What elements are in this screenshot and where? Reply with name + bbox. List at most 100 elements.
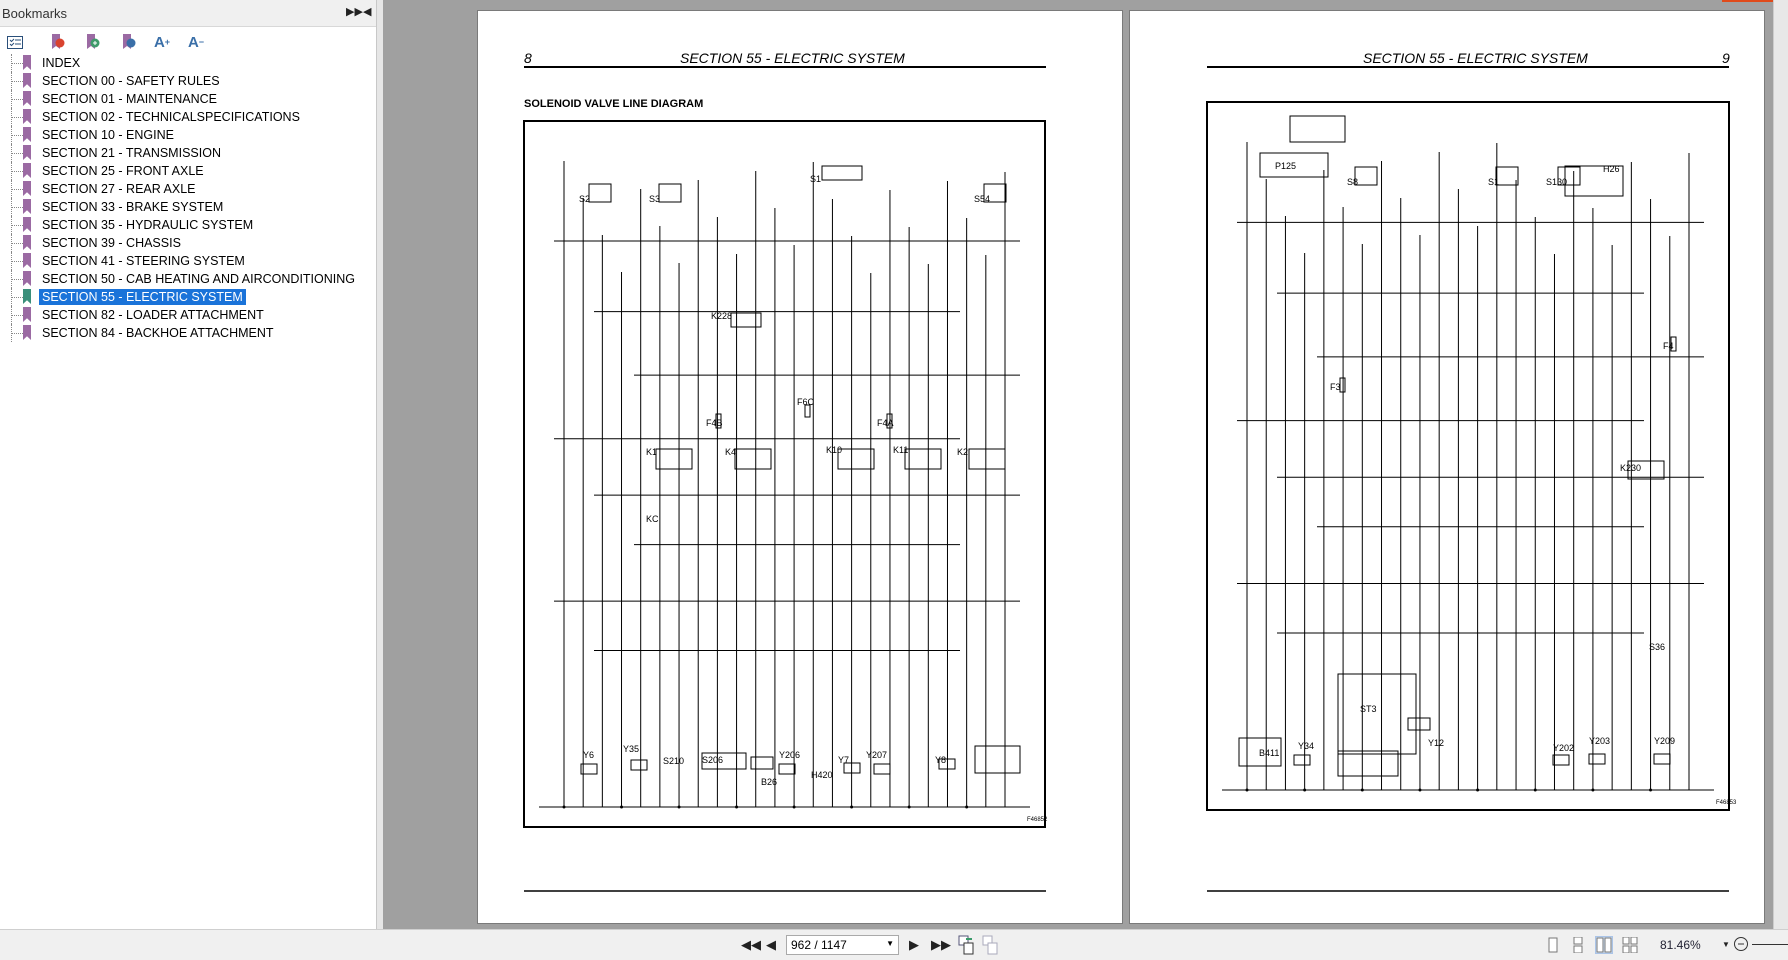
bookmark-icon (23, 307, 31, 322)
bookmark-item[interactable]: SECTION 82 - LOADER ATTACHMENT (0, 306, 376, 324)
single-page-view-icon[interactable] (1544, 936, 1562, 954)
component-label: S206 (702, 755, 724, 765)
component-label: F4A (877, 418, 894, 428)
bookmark-item[interactable]: SECTION 00 - SAFETY RULES (0, 72, 376, 90)
bookmark-item[interactable]: SECTION 39 - CHASSIS (0, 234, 376, 252)
next-view-icon[interactable] (982, 935, 1000, 958)
component-symbol (588, 183, 612, 203)
add-bookmark-icon[interactable] (83, 33, 103, 51)
junction (965, 805, 969, 809)
component-label: S3 (649, 194, 661, 204)
component-symbol (630, 759, 648, 771)
tree-line (11, 243, 25, 244)
junction (620, 805, 624, 809)
first-page-icon[interactable]: ◀◀ (741, 937, 761, 953)
junction (1418, 788, 1422, 792)
expand-panel-icon[interactable]: ▶▶ (346, 5, 363, 18)
junction (1476, 788, 1480, 792)
page-number-input[interactable]: 962 / 1147 ▼ (786, 935, 899, 955)
continuous-view-icon[interactable] (1569, 936, 1587, 954)
bookmark-item[interactable]: SECTION 33 - BRAKE SYSTEM (0, 198, 376, 216)
bookmark-label: SECTION 21 - TRANSMISSION (42, 146, 221, 160)
component-symbol (730, 312, 762, 328)
bookmark-item[interactable]: SECTION 25 - FRONT AXLE (0, 162, 376, 180)
component-label: Y206 (779, 750, 801, 760)
component-label: Y6 (583, 750, 595, 760)
component-symbol (1495, 166, 1519, 186)
component-symbol (750, 756, 774, 770)
component-label: K10 (826, 445, 843, 455)
component-symbol (1354, 166, 1378, 186)
bookmark-item[interactable]: INDEX (0, 54, 376, 72)
component-symbol (1339, 377, 1346, 393)
previous-page-icon[interactable]: ◀ (766, 937, 776, 953)
continuous-facing-view-icon[interactable] (1621, 936, 1639, 954)
component-label: Y202 (1553, 743, 1575, 753)
bookmark-item[interactable]: SECTION 35 - HYDRAULIC SYSTEM (0, 216, 376, 234)
zoom-out-icon[interactable] (1733, 936, 1749, 955)
collapse-panel-icon[interactable]: ◀ (363, 5, 371, 18)
zoom-dropdown-icon[interactable]: ▼ (1722, 940, 1730, 949)
previous-view-icon[interactable] (958, 935, 976, 958)
bookmark-label: SECTION 01 - MAINTENANCE (42, 92, 218, 106)
increase-font-icon[interactable]: A + (152, 33, 172, 51)
junction (850, 805, 854, 809)
bookmark-item[interactable]: SECTION 02 - TECHNICALSPECIFICATIONS (0, 108, 376, 126)
bookmark-label: SECTION 35 - HYDRAULIC SYSTEM (42, 218, 254, 232)
facing-view-icon[interactable] (1595, 936, 1613, 954)
tree-line (11, 261, 25, 262)
bookmark-label: SECTION 02 - TECHNICALSPECIFICATIONS (42, 110, 300, 124)
delete-bookmark-icon[interactable] (48, 33, 68, 51)
bookmark-item[interactable]: SECTION 27 - REAR AXLE (0, 180, 376, 198)
bookmark-item[interactable]: SECTION 50 - CAB HEATING AND AIRCONDITIO… (0, 270, 376, 288)
electric-diagram-continued (1206, 66, 1730, 892)
tree-line (11, 225, 25, 226)
bookmark-label: SECTION 55 - ELECTRIC SYSTEM (39, 289, 246, 305)
component-label: K228 (711, 311, 733, 321)
vertical-scrollbar[interactable] (1773, 0, 1788, 929)
page-9: SECTION 55 - ELECTRIC SYSTEM 9 P125 S8 S1 S… (1129, 10, 1765, 924)
component-label: Y207 (866, 750, 888, 760)
bookmark-item[interactable]: SECTION 84 - BACKHOE ATTACHMENT (0, 324, 376, 342)
tree-line (11, 135, 25, 136)
bookmark-icon (23, 181, 31, 196)
tree-line (11, 117, 25, 118)
junction (735, 805, 739, 809)
chevron-down-icon[interactable]: ▼ (886, 939, 894, 948)
bookmarks-panel: Bookmarks ▶▶ ◀ A + A − INDEX SECTION 00 - S… (0, 0, 377, 929)
next-page-icon[interactable]: ▶ (909, 937, 919, 953)
component-symbol (658, 183, 682, 203)
component-symbol (1293, 754, 1311, 766)
component-label: S54 (974, 194, 991, 204)
goto-bookmark-icon[interactable] (119, 33, 139, 51)
bookmark-icon (23, 91, 31, 106)
junction (1591, 788, 1595, 792)
component-label: S1 (810, 174, 822, 184)
component-symbol (1337, 673, 1417, 755)
zoom-level[interactable]: 81.46% (1660, 938, 1701, 952)
component-label: S2 (579, 194, 591, 204)
bookmark-item[interactable]: SECTION 41 - STEERING SYSTEM (0, 252, 376, 270)
decrease-font-icon[interactable]: A − (186, 33, 206, 51)
bookmark-icon (23, 145, 31, 160)
bookmark-label: SECTION 33 - BRAKE SYSTEM (42, 200, 224, 214)
tree-line (11, 333, 25, 334)
component-label: F4B (706, 418, 723, 428)
junction (1303, 788, 1307, 792)
figure-id: F46852 (1027, 817, 1048, 823)
zoom-slider[interactable] (1752, 944, 1788, 945)
bookmark-item[interactable]: SECTION 55 - ELECTRIC SYSTEM (0, 288, 376, 306)
tree-line (11, 171, 25, 172)
bookmark-item[interactable]: SECTION 10 - ENGINE (0, 126, 376, 144)
bookmark-icon (23, 271, 31, 286)
bookmark-label: SECTION 50 - CAB HEATING AND AIRCONDITIO… (42, 272, 356, 286)
bookmark-item[interactable]: SECTION 21 - TRANSMISSION (0, 144, 376, 162)
last-page-icon[interactable]: ▶▶ (931, 937, 951, 953)
bookmark-item[interactable]: SECTION 01 - MAINTENANCE (0, 90, 376, 108)
component-box (1337, 750, 1399, 777)
bookmark-icon (23, 325, 31, 340)
expand-all-icon[interactable] (5, 33, 25, 51)
component-label: P125 (1275, 161, 1297, 171)
component-box (974, 745, 1021, 774)
tree-line (11, 189, 25, 190)
